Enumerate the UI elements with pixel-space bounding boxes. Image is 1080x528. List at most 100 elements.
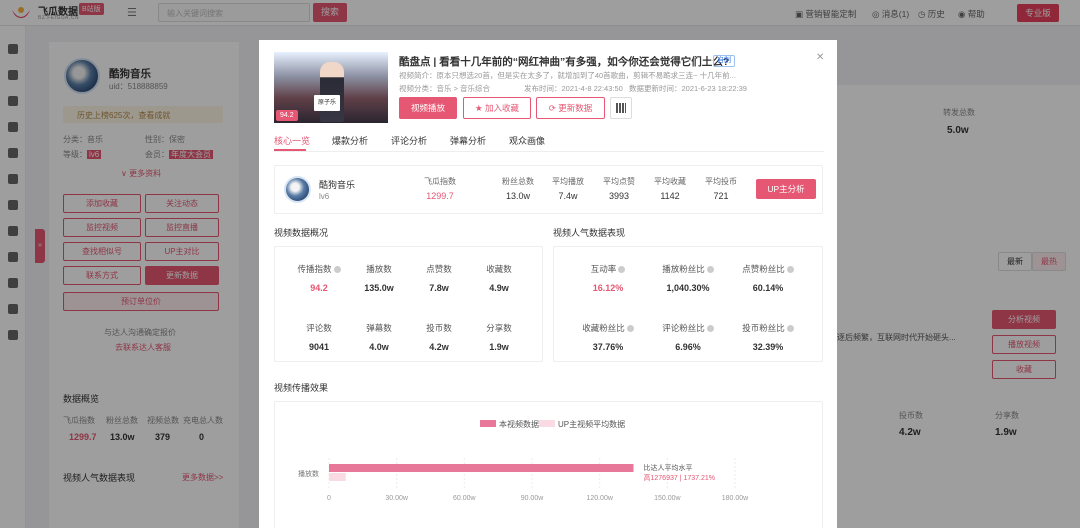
thumbnail-person xyxy=(320,62,344,122)
stat-label: 平均播放 xyxy=(552,177,584,186)
up-card: 酷狗音乐 lv6 飞瓜指数 1299.7 粉丝总数 13.0w 平均播放 7.4… xyxy=(274,165,823,214)
up-name[interactable]: 酷狗音乐 xyxy=(319,178,355,191)
metric-value: 7.8w xyxy=(429,283,449,293)
video-published: 发布时间：2021-4-8 22:43:50 xyxy=(524,84,623,93)
thumbnail-sign: 原子乐 xyxy=(314,95,340,111)
metric-value: 37.76% xyxy=(592,342,624,352)
x-tick-label: 60.00w xyxy=(453,495,477,502)
video-intro: 视频简介：原本只想选20首，但是实在太多了，就增加到了40首歌曲，剪辑不易跪求三… xyxy=(399,71,736,80)
stat-value: 13.0w xyxy=(505,191,531,201)
metric-value: 6.96% xyxy=(675,342,701,352)
video-category: 视频分类：音乐 > 音乐综合 xyxy=(399,84,491,93)
stat-label: 平均投币 xyxy=(705,177,737,186)
play-button[interactable]: 视频播放 xyxy=(399,97,457,119)
up-analysis-button[interactable]: UP主分析 xyxy=(756,179,816,199)
info-icon xyxy=(706,266,714,273)
metric-value: 16.12% xyxy=(592,283,624,293)
tab-comments[interactable]: 评论分析 xyxy=(391,134,427,147)
tab-hot[interactable]: 爆款分析 xyxy=(332,134,368,147)
close-icon[interactable]: ✕ xyxy=(816,52,824,63)
video-updated: 数据更新时间：2021-6-23 18:22:39 xyxy=(629,84,747,93)
metric-label: 收藏粉丝比 xyxy=(568,322,648,334)
metric-label: 播放粉丝比 xyxy=(648,263,728,275)
stat-label: 粉丝总数 xyxy=(502,177,534,186)
refresh-icon: ⟳ xyxy=(548,103,559,113)
metric-label: 点赞数 xyxy=(426,264,452,274)
x-tick-label: 180.00w xyxy=(722,495,749,502)
metric-label: 互动率 xyxy=(568,263,648,275)
stat-label: 平均收藏 xyxy=(654,177,686,186)
video-detail-modal: ✕ 原子乐 94.2 酷盘点 | 看看十几年前的“网红神曲”有多强，如今你还会觉… xyxy=(259,40,837,528)
up-avatar[interactable] xyxy=(284,176,311,203)
tab-audience[interactable]: 观众画像 xyxy=(509,134,545,147)
info-icon xyxy=(706,325,714,332)
metric-value: 1,040.30% xyxy=(666,283,710,293)
annotation-label: 比达人平均水平 xyxy=(644,463,693,472)
info-icon xyxy=(333,266,341,273)
metric-value: 4.0w xyxy=(369,342,389,352)
modal-tabs: 核心一览 爆款分析 评论分析 弹幕分析 观众画像 xyxy=(274,132,824,152)
metric-value: 135.0w xyxy=(364,283,394,293)
x-tick-label: 150.00w xyxy=(654,495,681,502)
bar-current xyxy=(329,464,634,472)
spread-section-title: 视频传播效果 xyxy=(274,383,329,393)
metric-label: 评论粉丝比 xyxy=(648,322,728,334)
stat-label: 飞瓜指数 xyxy=(424,177,456,186)
add-fav-button-modal[interactable]: ★ 加入收藏 xyxy=(463,97,531,119)
up-level: lv6 xyxy=(319,192,330,201)
info-icon xyxy=(626,325,634,332)
metric-value: 9041 xyxy=(308,342,330,352)
metric-value: 4.2w xyxy=(429,342,449,352)
spread-chart-panel: 本视频数据 UP主视频平均数据 0 30.00w 60.00w 90.00w 120.0… xyxy=(274,401,823,528)
metric-label: 投币数 xyxy=(426,323,452,333)
x-tick-label: 90.00w xyxy=(521,495,545,502)
bar-average xyxy=(329,473,346,481)
stat-value: 721 xyxy=(713,191,729,201)
info-icon xyxy=(618,266,626,273)
metric-label: 收藏数 xyxy=(486,264,512,274)
tab-danmaku[interactable]: 弹幕分析 xyxy=(450,134,486,147)
stat-value: 7.4w xyxy=(558,191,578,201)
score-badge: 94.2 xyxy=(276,110,298,121)
tab-core[interactable]: 核心一览 xyxy=(274,134,310,147)
stat-label: 平均点赞 xyxy=(603,177,635,186)
annotation-value: 高1276937 | 1737.21% xyxy=(644,473,716,482)
metric-value: 1.9w xyxy=(489,342,509,352)
legend-label-avg: UP主视频平均数据 xyxy=(558,420,626,429)
metric-label: 分享数 xyxy=(486,323,512,333)
original-tag: 自制 xyxy=(713,55,735,67)
star-icon: ★ xyxy=(475,103,485,113)
stat-value: 1299.7 xyxy=(426,191,454,201)
legend-label-current: 本视频数据 xyxy=(499,420,539,429)
metric-label: 传播指数 xyxy=(289,263,349,275)
metric-value: 32.39% xyxy=(752,342,784,352)
overview-section-title: 视频数据概况 xyxy=(274,228,329,238)
metric-label: 投币粉丝比 xyxy=(728,322,808,334)
refresh-button[interactable]: ⟳ 更新数据 xyxy=(536,97,605,119)
popularity-section-title: 视频人气数据表现 xyxy=(553,228,626,238)
tab-active-indicator xyxy=(274,149,306,151)
x-tick-label: 120.00w xyxy=(586,495,613,502)
video-title: 酷盘点 | 看看十几年前的“网红神曲”有多强，如今你还会觉得它们土么? xyxy=(399,56,730,68)
category-label: 播放数 xyxy=(298,469,319,478)
x-tick-label: 0 xyxy=(327,495,331,502)
legend-swatch-current xyxy=(480,420,496,427)
metric-label: 评论数 xyxy=(306,323,332,333)
metric-label: 点赞粉丝比 xyxy=(728,263,808,275)
x-tick-label: 30.00w xyxy=(385,495,409,502)
metric-value: 60.14% xyxy=(752,283,784,293)
spread-bar-chart: 0 30.00w 60.00w 90.00w 120.00w 150.00w 180.00w… xyxy=(298,458,749,502)
metric-label: 弹幕数 xyxy=(366,323,392,333)
info-icon xyxy=(786,325,794,332)
info-icon xyxy=(786,266,794,273)
metric-label: 播放数 xyxy=(366,264,392,274)
overview-panel: 传播指数 94.2 播放数 135.0w 点赞数 7.8w 收藏数 4.9w 评… xyxy=(274,246,543,362)
video-thumbnail[interactable]: 原子乐 94.2 xyxy=(274,52,388,123)
metric-value: 94.2 xyxy=(310,283,328,293)
stat-value: 1142 xyxy=(660,191,680,201)
qr-code-icon[interactable] xyxy=(610,97,632,119)
metric-value: 4.9w xyxy=(489,283,509,293)
stat-value: 3993 xyxy=(608,191,630,201)
popularity-panel: 互动率 16.12% 播放粉丝比 1,040.30% 点赞粉丝比 60.14% … xyxy=(553,246,823,362)
legend-swatch-avg xyxy=(539,420,555,427)
